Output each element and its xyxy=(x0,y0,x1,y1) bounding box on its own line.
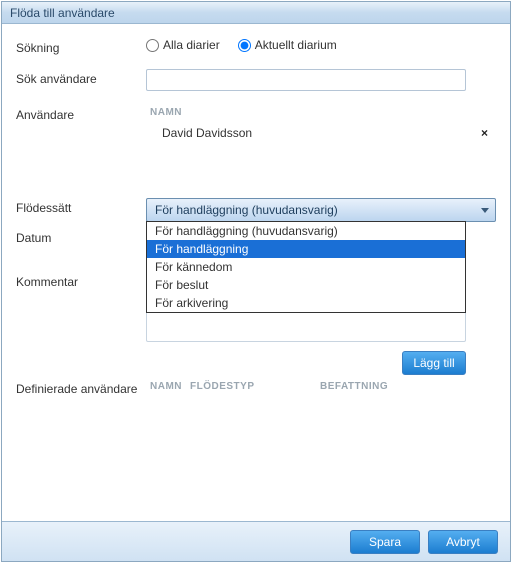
user-name-cell: David Davidsson xyxy=(150,126,252,140)
radio-all-label: Alla diarier xyxy=(163,38,220,52)
row-defined-users: Definierade användare NAMN FLÖDESTYP BEF… xyxy=(16,379,496,396)
dialog-content: Sökning Alla diarier Aktuellt diarium Sö… xyxy=(2,24,510,522)
user-table-header-name: NAMN xyxy=(146,105,496,120)
row-flow-type: Flödessätt För handläggning (huvudansvar… xyxy=(16,198,496,222)
combo-option-1[interactable]: För handläggning xyxy=(147,240,465,258)
chevron-down-icon xyxy=(481,208,489,213)
row-user: Användare NAMN David Davidsson × xyxy=(16,105,496,146)
table-row: David Davidsson × xyxy=(146,120,496,146)
spacer xyxy=(16,160,496,198)
combo-option-4[interactable]: För arkivering xyxy=(147,294,465,312)
label-user: Användare xyxy=(16,105,146,122)
search-user-input[interactable] xyxy=(146,69,466,91)
dialog-footer: Spara Avbryt xyxy=(2,521,510,561)
combo-option-2[interactable]: För kännedom xyxy=(147,258,465,276)
flow-type-dropdown-list: För handläggning (huvudansvarig) För han… xyxy=(146,221,466,313)
defined-header-type: FLÖDESTYP xyxy=(186,379,316,394)
user-table: NAMN David Davidsson × xyxy=(146,105,496,146)
add-button[interactable]: Lägg till xyxy=(402,351,466,375)
label-search-user: Sök användare xyxy=(16,69,146,86)
defined-users-headers: NAMN FLÖDESTYP BEFATTNING xyxy=(146,379,496,394)
radio-current-label: Aktuellt diarium xyxy=(255,38,337,52)
add-button-wrap: Lägg till xyxy=(146,351,466,375)
label-flow-type: Flödessätt xyxy=(16,198,146,215)
dialog-window: Flöda till användare Sökning Alla diarie… xyxy=(1,1,511,562)
defined-header-name: NAMN xyxy=(146,379,186,394)
label-defined: Definierade användare xyxy=(16,379,146,396)
label-date: Datum xyxy=(16,228,146,245)
search-user-ctrl xyxy=(146,69,496,91)
radio-all-diaries-input[interactable] xyxy=(146,39,159,52)
row-search-user: Sök användare xyxy=(16,69,496,91)
row-search-scope: Sökning Alla diarier Aktuellt diarium xyxy=(16,38,496,55)
radio-current-diary-input[interactable] xyxy=(238,39,251,52)
flow-type-combo: För handläggning (huvudansvarig) För han… xyxy=(146,198,496,222)
defined-header-position: BEFATTNING xyxy=(316,379,496,394)
flow-type-select[interactable]: För handläggning (huvudansvarig) xyxy=(146,198,496,222)
combo-option-3[interactable]: För beslut xyxy=(147,276,465,294)
dialog-title: Flöda till användare xyxy=(2,2,510,24)
label-comment: Kommentar xyxy=(16,272,146,289)
search-scope-group: Alla diarier Aktuellt diarium xyxy=(146,38,496,52)
remove-user-button[interactable]: × xyxy=(477,126,492,140)
cancel-button[interactable]: Avbryt xyxy=(428,530,498,554)
flow-type-selected-text: För handläggning (huvudansvarig) xyxy=(155,203,338,217)
combo-option-0[interactable]: För handläggning (huvudansvarig) xyxy=(147,222,465,240)
radio-all-diaries[interactable]: Alla diarier xyxy=(146,38,220,52)
radio-current-diary[interactable]: Aktuellt diarium xyxy=(238,38,337,52)
save-button[interactable]: Spara xyxy=(350,530,420,554)
label-search: Sökning xyxy=(16,38,146,55)
